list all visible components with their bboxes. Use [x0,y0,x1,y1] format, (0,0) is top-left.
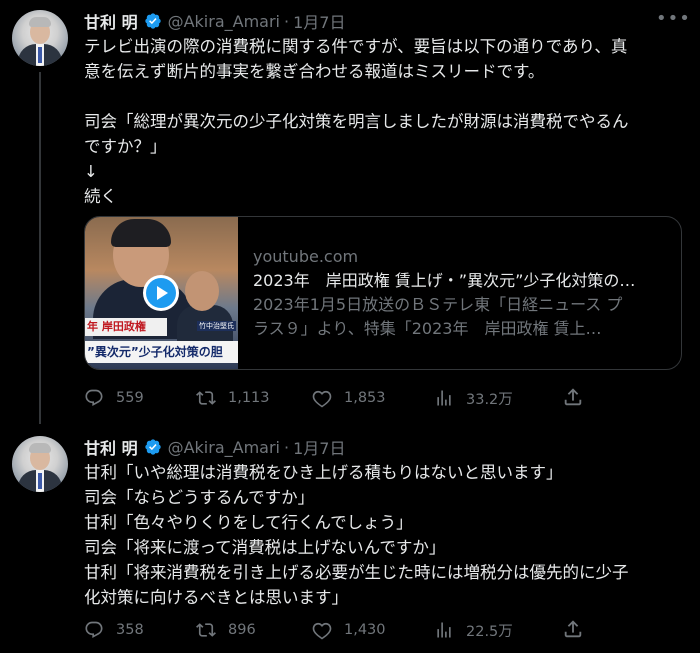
tweet[interactable]: 甘利 明 @Akira_Amari · 1月7日 ••• テレビ出演の際の消費税… [0,0,700,424]
more-options-icon[interactable]: ••• [656,10,690,32]
share-icon [564,620,582,638]
tweet-date[interactable]: 1月7日 [293,435,345,459]
tweet-date[interactable]: 1月7日 [293,9,345,33]
author-name[interactable]: 甘利 明 [84,435,138,459]
views-chart-icon [437,622,451,638]
play-icon[interactable] [143,275,179,311]
reply-button[interactable]: 559 [84,386,144,410]
tweet[interactable]: 甘利 明 @Akira_Amari · 1月7日 甘利「いや総理は消費税をひき上… [0,424,700,653]
retweet-count: 1,113 [228,390,270,406]
heart-icon [312,390,332,408]
share-icon [564,388,582,406]
retweet-count: 896 [228,622,256,638]
tweet-actions: 559 1,113 1,853 33.2万 [84,386,604,410]
heart-icon [312,622,332,640]
author-handle[interactable]: @Akira_Amari [168,12,280,31]
reply-button[interactable]: 358 [84,618,144,642]
card-description: 2023年1月5日放送のＢＳテレ東「日経ニュース プ ラス９」より、特集「202… [253,295,623,338]
verified-badge-icon [144,13,161,29]
tweet-header: 甘利 明 @Akira_Amari · 1月7日 [84,9,345,33]
verified-badge-icon [144,439,161,455]
avatar[interactable] [12,436,68,492]
card-title: 2023年 岸田政権 賃上げ・”異次元”少子化対策の… [253,271,636,290]
views-button[interactable]: 22.5万 [434,618,513,642]
thumbnail-caption: ”異次元”少子化対策の胆 [85,341,238,363]
author-name[interactable]: 甘利 明 [84,9,138,33]
retweet-button[interactable]: 1,113 [196,386,270,410]
retweet-button[interactable]: 896 [196,618,256,642]
video-thumbnail[interactable]: 年 岸田政権 竹中治堅氏 ”異次元”少子化対策の胆 [85,217,238,369]
retweet-icon [196,391,216,405]
author-handle[interactable]: @Akira_Amari [168,438,280,457]
avatar[interactable] [12,10,68,66]
reply-icon [85,389,103,407]
card-domain: youtube.com [253,247,359,266]
views-button[interactable]: 33.2万 [434,386,513,410]
separator-dot: · [283,11,290,31]
link-preview-card[interactable]: 年 岸田政権 竹中治堅氏 ”異次元”少子化対策の胆 youtube.com 20… [84,216,682,370]
reply-count: 358 [116,622,144,638]
view-count: 33.2万 [466,391,513,408]
tweet-text: 甘利「いや総理は消費税をひき上げる積もりはないと思います」 司会「ならどうするん… [84,463,629,607]
like-button[interactable]: 1,430 [312,618,386,642]
timeline-feed: 甘利 明 @Akira_Amari · 1月7日 ••• テレビ出演の際の消費税… [0,0,700,653]
views-chart-icon [437,390,451,406]
share-button[interactable] [562,618,584,644]
like-button[interactable]: 1,853 [312,386,386,410]
like-count: 1,430 [344,622,386,638]
retweet-icon [196,623,216,637]
thread-connector-line [39,72,41,424]
view-count: 22.5万 [466,623,513,640]
separator-dot: · [283,437,290,457]
like-count: 1,853 [344,390,386,406]
reply-count: 559 [116,390,144,406]
tweet-header: 甘利 明 @Akira_Amari · 1月7日 [84,435,345,459]
tweet-text: テレビ出演の際の消費税に関する件ですが、要旨は以下の通りであり、真 意を伝えず断… [84,37,629,206]
thumbnail-caption: 年 岸田政権 [85,318,167,336]
share-button[interactable] [562,386,584,412]
tweet-actions: 358 896 1,430 22.5万 [84,618,604,642]
thumbnail-tag: 竹中治堅氏 [197,321,236,331]
card-text: youtube.com 2023年 岸田政権 賃上げ・”異次元”少子化対策の… … [253,245,665,341]
reply-icon [85,621,103,639]
